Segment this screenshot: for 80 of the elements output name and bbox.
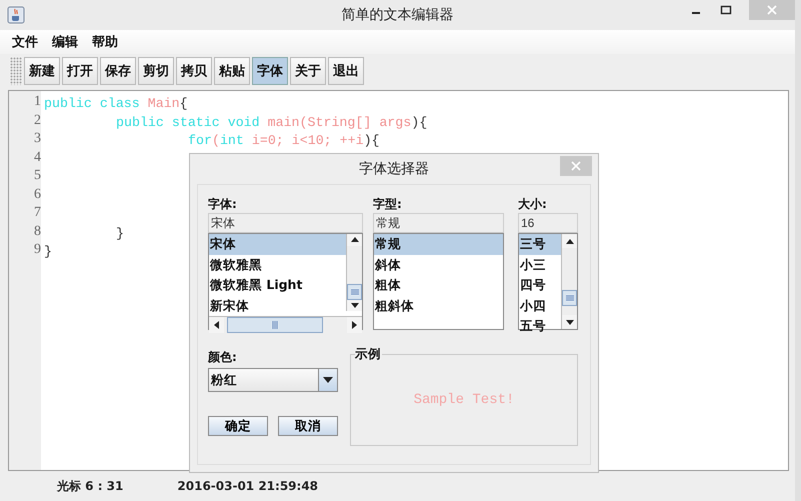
- font-list-item[interactable]: 新宋体: [209, 296, 346, 316]
- size-list-item[interactable]: 小四: [519, 296, 561, 316]
- maximize-icon: [720, 4, 732, 16]
- dropdown-arrow-icon: [323, 377, 333, 383]
- size-list-item[interactable]: 五号: [519, 316, 561, 336]
- toolbar-button[interactable]: 拷贝: [176, 57, 212, 85]
- line-number: 3: [34, 131, 41, 146]
- line-number: 7: [34, 205, 41, 220]
- code-line: public static void main(String[] args){: [115, 114, 428, 130]
- style-list-item[interactable]: 常规: [374, 234, 503, 254]
- code-line: }: [115, 226, 124, 240]
- scroll-left-button[interactable]: [209, 317, 224, 333]
- grip-icon: [272, 321, 278, 329]
- menu-item[interactable]: 帮助: [92, 33, 118, 51]
- color-dropdown[interactable]: 粉红: [208, 368, 338, 392]
- code-line: }: [44, 244, 52, 259]
- toolbar-button[interactable]: 新建: [24, 57, 60, 85]
- toolbar-button[interactable]: 保存: [100, 57, 136, 85]
- sample-text: Sample Test!: [414, 392, 514, 408]
- toolbar-button[interactable]: 退出: [328, 57, 364, 85]
- sample-label: 示例: [355, 346, 382, 363]
- scroll-thumb[interactable]: [227, 317, 323, 333]
- size-field[interactable]: 16: [518, 213, 578, 233]
- minimize-icon: [692, 12, 700, 14]
- down-arrow-icon: [566, 320, 574, 324]
- date-time: 2016-03-01 21:59:48: [177, 479, 318, 493]
- menu-item[interactable]: 编辑: [52, 33, 78, 51]
- size-label: 大小:: [518, 196, 548, 213]
- up-arrow-icon: [566, 238, 574, 244]
- cursor-position: 光标 6 : 31: [57, 478, 124, 494]
- menu-item[interactable]: 文件: [12, 33, 38, 51]
- dialog-button[interactable]: 确定: [208, 416, 268, 436]
- toolbar-button[interactable]: 关于: [290, 57, 326, 85]
- style-field[interactable]: 常规: [373, 213, 504, 233]
- color-label: 颜色:: [208, 349, 238, 366]
- code-line: for(int i=0; i<10; ++i){: [187, 133, 380, 148]
- right-arrow-icon: [352, 321, 357, 329]
- style-list-item[interactable]: 斜体: [374, 254, 503, 275]
- toolbar-grip[interactable]: [10, 57, 22, 85]
- scroll-thumb[interactable]: [562, 290, 577, 306]
- size-list-item[interactable]: 小三: [519, 254, 561, 275]
- line-number: 6: [34, 186, 41, 202]
- code-line: public class Main{: [44, 96, 188, 111]
- scroll-up-button[interactable]: [347, 234, 362, 246]
- grip-icon: [566, 295, 574, 301]
- line-number: 2: [34, 112, 41, 128]
- font-field[interactable]: 宋体: [208, 213, 363, 233]
- grip-icon: [350, 288, 358, 294]
- close-icon: [571, 161, 581, 171]
- left-arrow-icon: [214, 321, 219, 329]
- dialog-title: 字体选择器: [359, 160, 429, 178]
- scroll-right-button[interactable]: [347, 317, 362, 333]
- toolbar-button[interactable]: 打开: [62, 57, 98, 85]
- font-label: 字体:: [208, 196, 238, 213]
- toolbar-button[interactable]: 字体: [252, 57, 288, 85]
- dialog-button[interactable]: 取消: [278, 416, 338, 436]
- size-list-item[interactable]: 三号: [519, 234, 561, 254]
- line-number: 8: [34, 224, 41, 238]
- style-list-item[interactable]: 粗斜体: [374, 296, 503, 316]
- close-icon: [766, 4, 778, 16]
- coffee-cup-icon: [7, 6, 25, 24]
- line-number: 1: [34, 94, 41, 109]
- scroll-down-button[interactable]: [347, 300, 362, 311]
- line-number: 9: [34, 242, 41, 257]
- style-label: 字型:: [373, 196, 403, 213]
- scroll-up-button[interactable]: [562, 234, 577, 248]
- up-arrow-icon: [350, 237, 358, 242]
- toolbar-button[interactable]: 剪切: [138, 57, 174, 85]
- scroll-thumb[interactable]: [347, 284, 362, 300]
- font-list-item[interactable]: 宋体: [209, 234, 346, 254]
- font-list-item[interactable]: 微软雅黑 Light: [209, 275, 346, 296]
- scroll-down-button[interactable]: [562, 315, 577, 329]
- toolbar-button[interactable]: 粘贴: [214, 57, 250, 85]
- window-title: 简单的文本编辑器: [342, 6, 454, 24]
- down-arrow-icon: [350, 302, 358, 308]
- font-list-item[interactable]: 微软雅黑: [209, 254, 346, 275]
- size-list-item[interactable]: 四号: [519, 275, 561, 296]
- line-number: 4: [34, 150, 41, 164]
- style-list-item[interactable]: 粗体: [374, 275, 503, 296]
- line-number: 5: [34, 168, 41, 183]
